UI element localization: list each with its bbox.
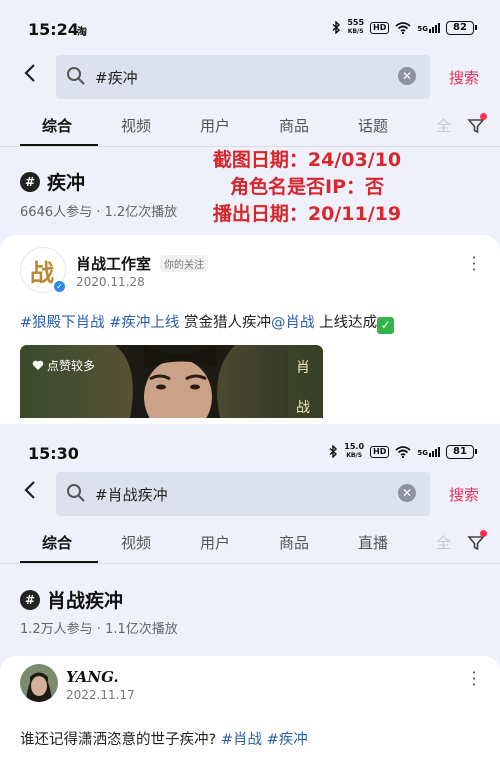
net-speed-unit: KB/S	[347, 28, 364, 35]
topic-header[interactable]: # 肖战疾冲	[20, 586, 123, 613]
status-bar: 15:30 15.0 KB/S HD 5G 81	[0, 424, 500, 468]
tab-video[interactable]: 视频	[121, 115, 151, 136]
tabs-divider	[0, 563, 500, 564]
net-speed: 15.0 KB/S	[344, 443, 364, 460]
topic-header[interactable]: # 疾冲	[20, 168, 85, 195]
result-tabs: 综合 视频 用户 商品 话题 全	[0, 105, 500, 147]
author-name[interactable]: YANG.	[66, 668, 119, 686]
signal-5g-icon: 5G	[417, 446, 440, 457]
search-icon	[67, 67, 85, 85]
image-text: 战	[296, 400, 310, 416]
status-bar: 15:24 淘 555 KB/S HD 5G 82	[0, 0, 500, 44]
bluetooth-icon	[329, 445, 338, 458]
tab-comprehensive[interactable]: 综合	[42, 532, 72, 553]
battery-level: 82	[446, 20, 477, 35]
tab-comprehensive[interactable]: 综合	[42, 115, 72, 136]
net-speed-value: 555	[347, 18, 365, 27]
search-query: #疾冲	[95, 69, 138, 87]
search-bar: #疾冲 ✕ 搜索	[0, 55, 500, 99]
more-options-icon[interactable]: · · ·	[470, 665, 478, 693]
tab-topics[interactable]: 话题	[358, 115, 388, 136]
search-button[interactable]: 搜索	[449, 484, 479, 505]
avatar-photo	[20, 664, 58, 702]
filter-notification-dot	[480, 113, 487, 120]
image-text: 肖	[296, 360, 310, 376]
post-card[interactable]: YANG. 2022.11.17 · · · 谁还记得潇洒恣意的世子疾冲? #肖战 …	[0, 656, 500, 757]
annotation-overlay: 截图日期：24/03/10 角色名是否IP：否 播出日期：20/11/19	[192, 147, 422, 228]
check-mark-icon: ✓	[377, 317, 395, 334]
search-bar: #肖战疾冲 ✕ 搜索	[0, 472, 500, 516]
post-image-art	[20, 345, 323, 418]
back-arrow-icon[interactable]	[22, 481, 40, 499]
post-date: 2022.11.17	[66, 688, 135, 702]
hashtag-link[interactable]: #疾冲	[267, 732, 308, 748]
screenshot-bottom: 15:30 15.0 KB/S HD 5G 81 #肖战疾冲 ✕ 搜索 综合 视频…	[0, 424, 500, 757]
mention-link[interactable]: @肖战	[271, 315, 315, 331]
more-options-icon[interactable]: · · ·	[470, 250, 478, 278]
clear-search-icon[interactable]: ✕	[398, 67, 416, 85]
search-input[interactable]: #疾冲 ✕	[56, 55, 430, 99]
heart-icon	[32, 360, 44, 370]
search-button[interactable]: 搜索	[449, 67, 479, 88]
wifi-icon	[395, 21, 411, 34]
tab-video[interactable]: 视频	[121, 532, 151, 553]
bluetooth-icon	[332, 21, 341, 34]
topic-stats: 6646人参与 · 1.2亿次播放	[20, 205, 178, 220]
topic-name: 疾冲	[47, 172, 86, 194]
result-tabs: 综合 视频 用户 商品 直播 全	[0, 522, 500, 564]
popular-badge: 点赞较多	[32, 357, 95, 374]
tab-all[interactable]: 全	[436, 115, 451, 136]
tab-products[interactable]: 商品	[279, 115, 309, 136]
tab-all[interactable]: 全	[436, 532, 451, 553]
hashtag-icon: #	[20, 171, 40, 192]
annotation-ip-status: 角色名是否IP：否	[230, 176, 384, 198]
net-speed-value: 15.0	[344, 442, 365, 451]
hashtag-icon: #	[20, 589, 40, 610]
post-card[interactable]: 战 ✓ 肖战工作室 你的关注 2020.11.28 · · · #狼殿下肖战 #疾冲…	[0, 235, 500, 418]
post-text: #狼殿下肖战 #疾冲上线 赏金猎人疾冲@肖战 上线达成 ✓	[20, 311, 395, 334]
signal-5g-icon: 5G	[417, 22, 440, 33]
filter-notification-dot	[480, 530, 487, 537]
author-name[interactable]: 肖战工作室	[76, 253, 151, 274]
search-input[interactable]: #肖战疾冲 ✕	[56, 472, 430, 516]
topic-stats: 1.2万人参与 · 1.1亿次播放	[20, 622, 178, 637]
following-badge: 你的关注	[160, 255, 208, 272]
clear-search-icon[interactable]: ✕	[398, 484, 416, 502]
tab-users[interactable]: 用户	[200, 532, 230, 553]
wifi-icon	[395, 445, 411, 458]
status-time: 15:30	[28, 444, 79, 463]
system-icons: 15.0 KB/S HD 5G 81	[329, 443, 477, 460]
system-icons: 555 KB/S HD 5G 82	[332, 19, 477, 36]
search-query: #肖战疾冲	[95, 486, 168, 504]
post-date: 2020.11.28	[76, 275, 145, 289]
hashtag-link[interactable]: #狼殿下肖战	[20, 315, 105, 331]
net-speed-unit: KB/S	[346, 452, 363, 459]
tab-users[interactable]: 用户	[200, 115, 230, 136]
annotation-screenshot-date: 截图日期：24/03/10	[212, 149, 402, 171]
hashtag-link[interactable]: #肖战	[221, 732, 262, 748]
post-image[interactable]: 点赞较多 肖 战	[20, 345, 323, 418]
hashtag-link[interactable]: #疾冲上线	[109, 315, 179, 331]
tab-live[interactable]: 直播	[358, 532, 388, 553]
annotation-air-date: 播出日期：20/11/19	[212, 203, 402, 225]
taobao-notification-icon: 淘	[77, 27, 87, 38]
search-icon	[67, 484, 85, 502]
battery-level: 81	[446, 444, 477, 459]
net-speed: 555 KB/S	[347, 19, 364, 36]
status-time: 15:24	[28, 20, 79, 39]
hd-icon: HD	[370, 445, 390, 458]
tab-products[interactable]: 商品	[279, 532, 309, 553]
hd-icon: HD	[370, 21, 390, 34]
avatar[interactable]	[20, 664, 58, 702]
back-arrow-icon[interactable]	[22, 64, 40, 82]
verified-badge-icon: ✓	[52, 279, 67, 294]
post-text: 谁还记得潇洒恣意的世子疾冲? #肖战 #疾冲	[20, 732, 308, 748]
screenshot-top: 15:24 淘 555 KB/S HD 5G 82 #疾冲 ✕ 搜索 综合 视频 …	[0, 0, 500, 418]
avatar-logo-text: 战	[30, 258, 54, 287]
topic-name: 肖战疾冲	[47, 590, 124, 612]
